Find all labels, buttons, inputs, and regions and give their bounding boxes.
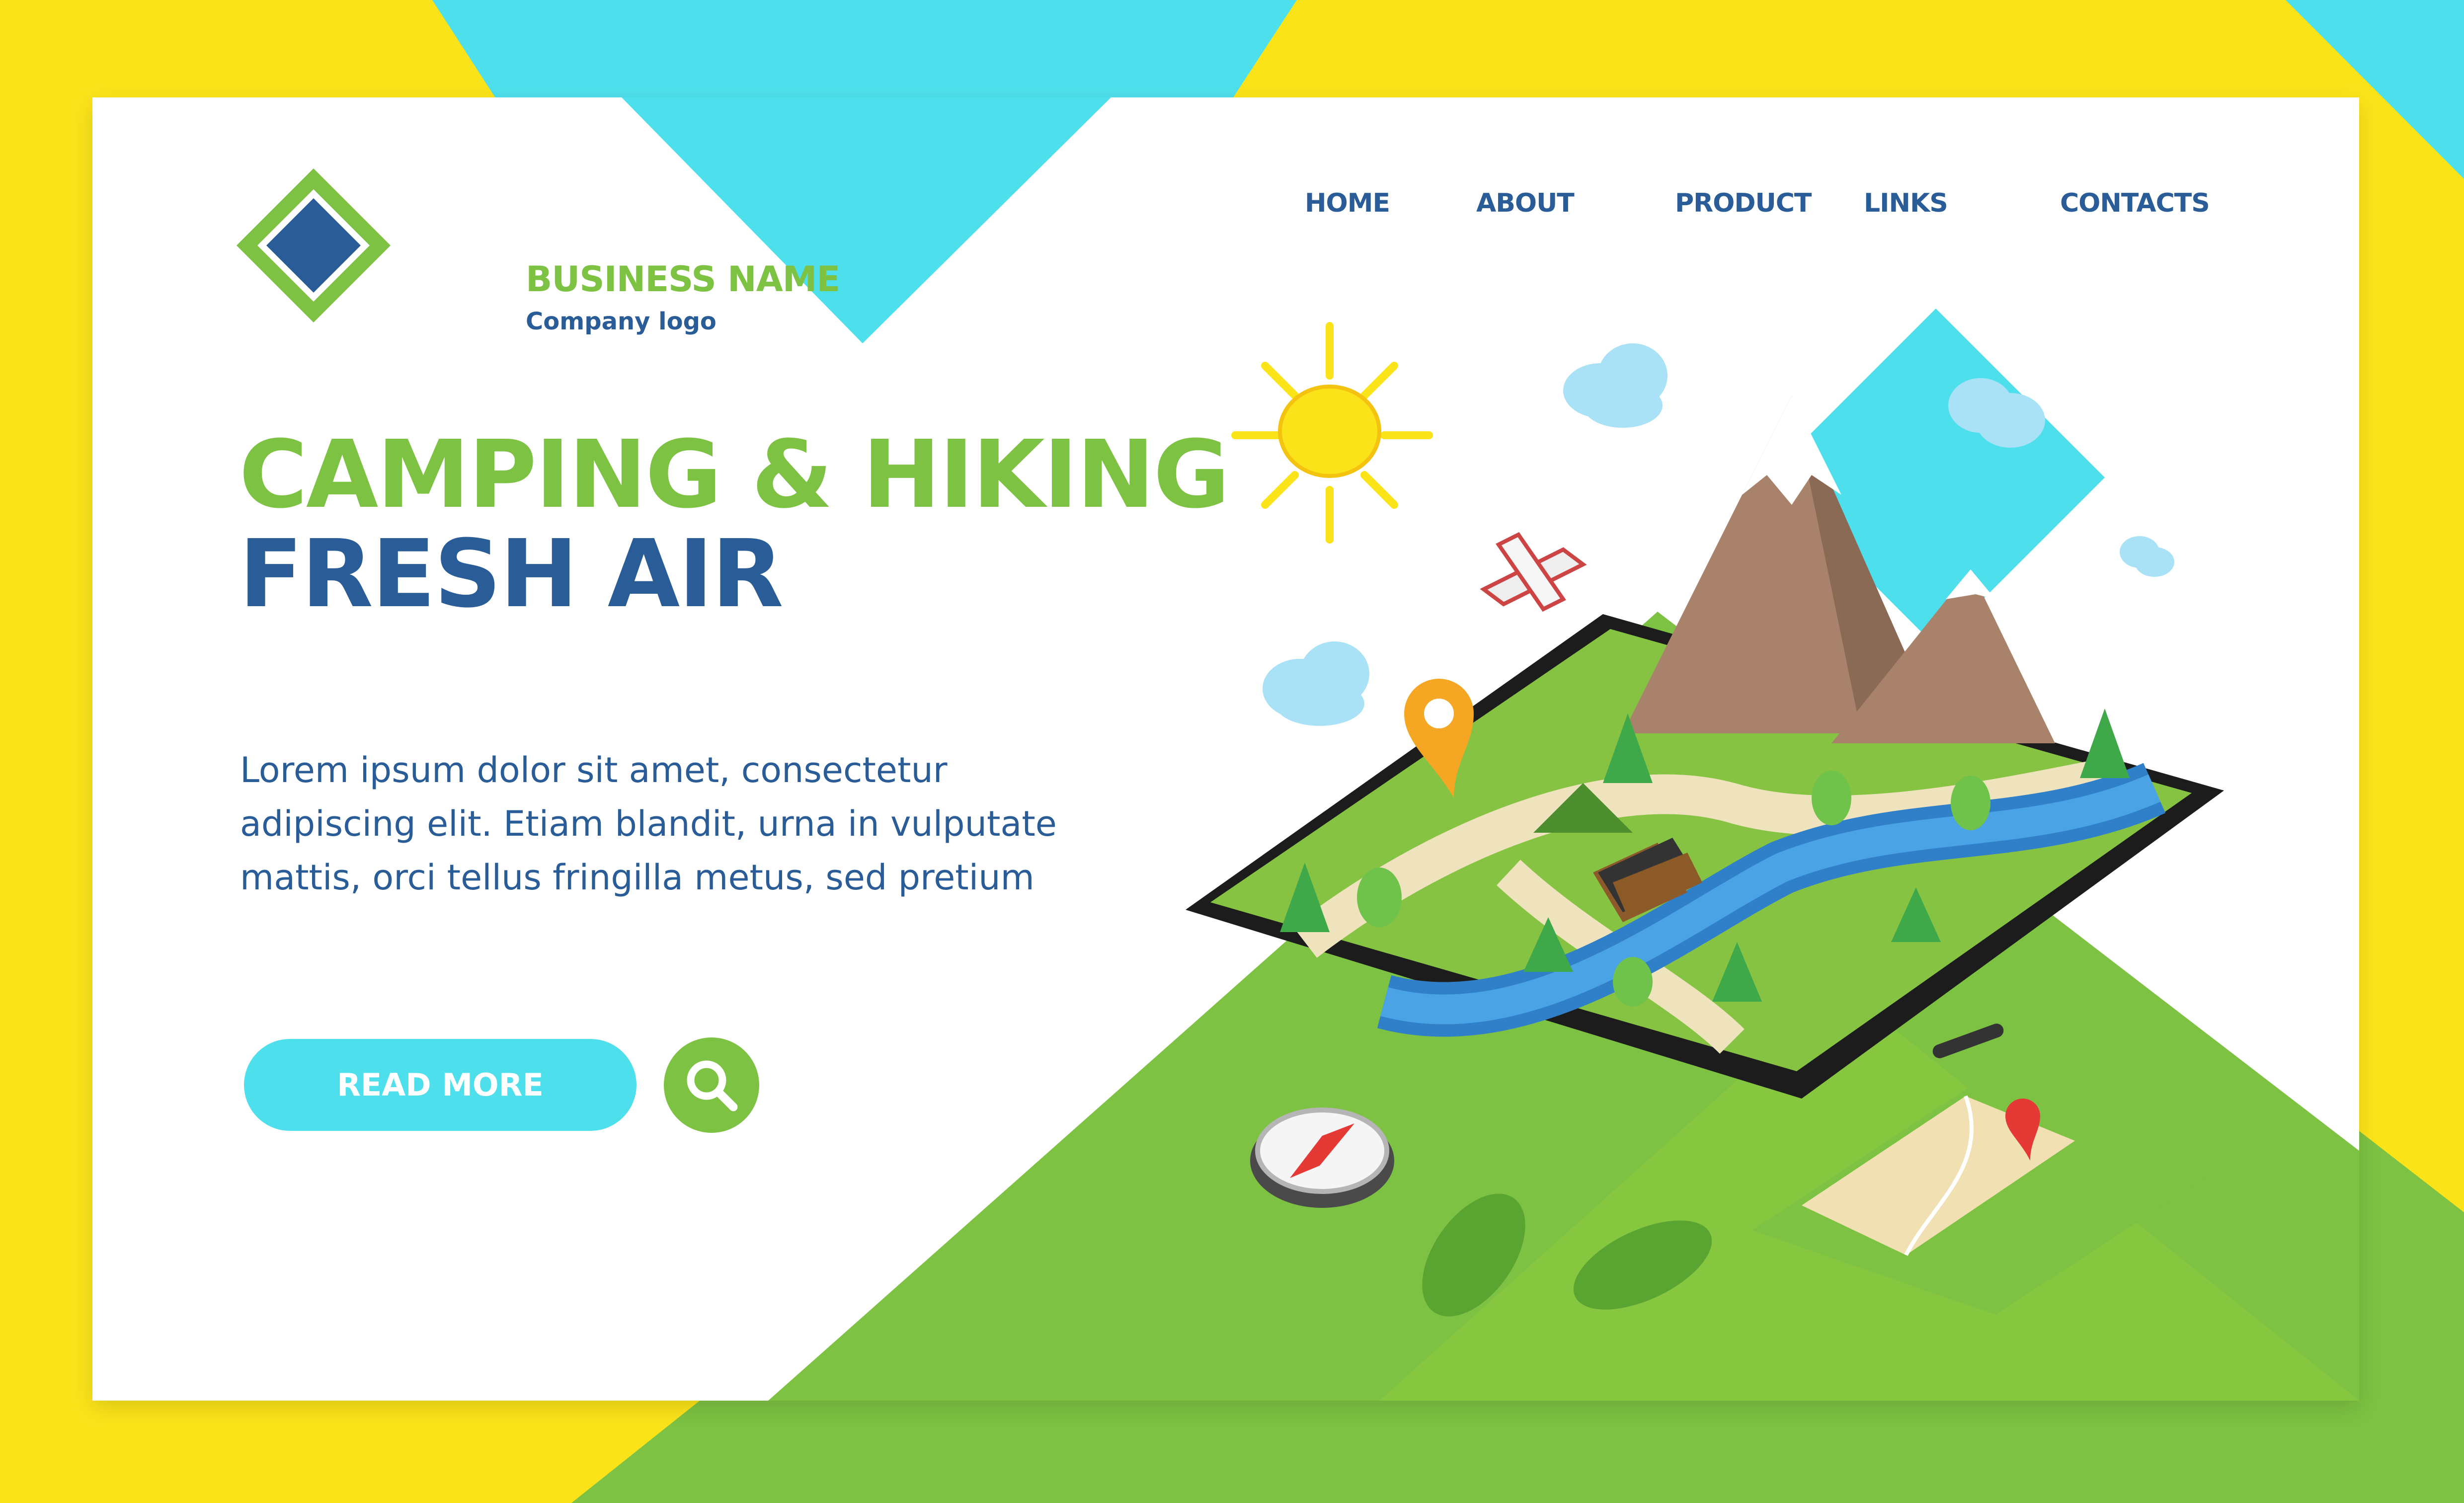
airplane-icon — [1480, 532, 1587, 612]
camping-map-illustration — [1186, 322, 2224, 1317]
compass-icon — [1250, 1107, 1394, 1208]
sun-icon — [1231, 322, 1433, 544]
landing-page: BUSINESS NAME Company logo HOME ABOUT PR… — [92, 97, 2359, 1401]
cloud-icon — [1563, 343, 1668, 428]
cloud-icon — [2120, 536, 2174, 577]
footprint-icon — [1422, 1193, 1712, 1317]
paper-map-icon — [1752, 1086, 2209, 1315]
cloud-icon — [1263, 641, 1369, 726]
cloud-icon — [1948, 378, 2045, 448]
mountain-icon — [1623, 396, 2055, 743]
